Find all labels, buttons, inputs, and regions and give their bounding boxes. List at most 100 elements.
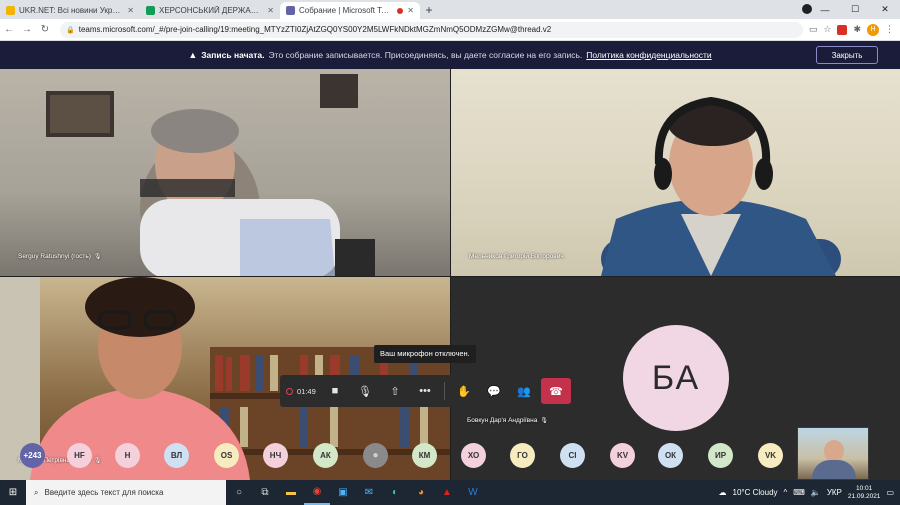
volume-icon[interactable]: 🔈 (811, 488, 821, 497)
tab-title: Собрание | Microsoft Teams (299, 6, 394, 15)
lock-icon: 🔒 (66, 26, 75, 34)
extension-icon[interactable] (837, 24, 848, 35)
edge-icon[interactable]: ◐ (382, 480, 408, 505)
hang-up-button[interactable]: ☎ (541, 378, 571, 404)
chat-button[interactable]: 💬 (479, 375, 509, 407)
keyboard-language[interactable]: УКР (827, 488, 842, 497)
participant-name: Бовкун Дар'я Андріївна 🎙 (467, 417, 548, 424)
participant-avatar[interactable]: НЧ (263, 443, 288, 468)
reload-icon[interactable]: ↻ (36, 24, 54, 35)
participant-avatar[interactable]: ГО (510, 443, 535, 468)
video-tile[interactable]: Мельников Григорій Вікторович (451, 69, 900, 276)
store-icon[interactable]: ▣ (330, 480, 356, 505)
new-tab-button[interactable]: + (420, 2, 438, 19)
tab-favicon (146, 6, 155, 15)
raise-hand-button[interactable]: ✋ (449, 375, 479, 407)
microphone-button[interactable]: 🎙 (350, 375, 380, 407)
call-controls: 01:49 ■ 🎙 ⇧ ••• ✋ 💬 👥 ☎ (280, 375, 582, 407)
extensions-puzzle-icon[interactable]: ✱ (853, 24, 861, 35)
self-view[interactable] (797, 427, 869, 480)
weather-text[interactable]: 10°C Cloudy (733, 488, 778, 497)
mail-icon[interactable]: ✉ (356, 480, 382, 505)
close-window-icon[interactable]: ✕ (870, 4, 900, 15)
word-icon[interactable]: W (460, 480, 486, 505)
participant-name: Serguy Ratushnyi (гость) 🎙 (18, 253, 102, 260)
clock[interactable]: 10:01 21.09.2021 (848, 485, 881, 501)
participant-avatar[interactable]: ХО (461, 443, 486, 468)
close-tab-icon[interactable]: ✕ (127, 6, 134, 15)
participant-video (601, 96, 841, 276)
teams-favicon (286, 6, 295, 15)
cloud-icon: ☁ (718, 488, 727, 497)
share-screen-button[interactable]: ⇧ (380, 375, 410, 407)
network-icon[interactable]: ⌨ (793, 488, 805, 497)
maximize-icon[interactable]: ☐ (840, 4, 870, 15)
participant-avatar[interactable]: HF (67, 443, 92, 468)
browser-tab[interactable]: UKR.NET: Всі новини України, о ✕ (0, 2, 140, 19)
participant-avatar[interactable]: ВЛ (164, 443, 189, 468)
profile-avatar[interactable]: Н (867, 23, 879, 36)
tray-chevron-icon[interactable]: ^ (784, 488, 788, 497)
participant-avatar[interactable]: АК (313, 443, 338, 468)
participants-button[interactable]: 👥 (509, 375, 539, 407)
minimize-icon[interactable]: — (810, 5, 840, 15)
cortana-icon[interactable]: ○ (226, 480, 252, 505)
hand-icon: ✋ (457, 385, 471, 398)
bookmark-star-icon[interactable]: ☆ (823, 24, 831, 35)
call-duration: 01:49 (297, 386, 316, 396)
participant-video (46, 74, 375, 276)
task-view-icon[interactable]: ⧉ (252, 480, 278, 505)
browser-tab-active[interactable]: Собрание | Microsoft Teams ✕ (280, 2, 420, 19)
camera-permission-icon[interactable]: ▭ (809, 24, 818, 35)
participant-avatar[interactable]: KV (610, 443, 635, 468)
system-tray: ☁ 10°C Cloudy ^ ⌨ 🔈 УКР 10:01 21.09.2021… (719, 485, 900, 501)
tab-title: ХЕРСОНСЬКИЙ ДЕРЖАВНИЙ (159, 6, 264, 15)
recording-dot-icon (286, 387, 293, 395)
more-icon: ••• (419, 385, 431, 397)
participant-avatar[interactable]: ОК (658, 443, 683, 468)
back-icon[interactable]: ← (0, 24, 18, 35)
more-actions-button[interactable]: ••• (410, 375, 440, 407)
close-tab-icon[interactable]: ✕ (267, 6, 274, 15)
windows-start-icon[interactable]: ⊞ (0, 480, 26, 505)
close-tab-icon[interactable]: ✕ (407, 6, 414, 15)
share-icon: ⇧ (390, 385, 400, 398)
notifications-icon[interactable]: ▭ (886, 488, 894, 497)
windows-taskbar: ⊞ ⌕ Введите здесь текст для поиска ○ ⧉ ▬… (0, 480, 900, 505)
file-explorer-icon[interactable]: ▬ (278, 480, 304, 505)
acrobat-icon[interactable]: ▲ (434, 480, 460, 505)
browser-tab[interactable]: ХЕРСОНСЬКИЙ ДЕРЖАВНИЙ ✕ (140, 2, 280, 19)
mic-off-icon: 🎙 (358, 385, 372, 398)
participant-avatar[interactable]: VK (758, 443, 783, 468)
phone-hangup-icon: ☎ (549, 385, 563, 398)
taskbar-search[interactable]: ⌕ Введите здесь текст для поиска (26, 480, 226, 505)
tab-title: UKR.NET: Всі новини України, о (19, 6, 124, 15)
url-field[interactable]: 🔒 teams.microsoft.com/_#/pre-join-callin… (60, 21, 803, 38)
recording-banner: ▲ Запись начата. Это собрание записывает… (0, 41, 900, 69)
participant-avatar[interactable]: +243 (20, 443, 45, 468)
video-tile[interactable]: Serguy Ratushnyi (гость) 🎙 (0, 69, 450, 276)
participant-strip: +243 HF Н ВЛ OS НЧ АК ● КМ ХО ГО CI KV ОК ИР VK (0, 438, 900, 480)
participant-avatar[interactable]: Н (115, 443, 140, 468)
mic-muted-icon: 🎙 (540, 418, 548, 424)
recording-indicator-icon (397, 7, 404, 14)
warning-icon: ▲ (188, 50, 198, 60)
screen: UKR.NET: Всі новини України, о ✕ ХЕРСОНС… (0, 0, 900, 505)
participant-avatar-anonymous[interactable]: ● (363, 443, 388, 468)
camera-button[interactable]: ■ (320, 375, 350, 407)
participant-avatar[interactable]: OS (214, 443, 239, 468)
firefox-icon[interactable]: ◕ (408, 480, 434, 505)
mic-muted-icon: 🎙 (93, 254, 102, 260)
menu-icon[interactable]: ⋮ (885, 24, 894, 35)
forward-icon[interactable]: → (18, 24, 36, 35)
search-icon: ⌕ (34, 487, 39, 497)
chrome-icon[interactable]: ◉ (304, 480, 330, 505)
participant-avatar[interactable]: КМ (412, 443, 437, 468)
recording-timer: 01:49 (280, 387, 320, 396)
participant-avatar[interactable]: CI (560, 443, 585, 468)
participant-avatar[interactable]: ИР (708, 443, 733, 468)
tab-favicon (6, 6, 15, 15)
privacy-policy-link[interactable]: Политика конфиденциальности (586, 50, 711, 60)
close-banner-button[interactable]: Закрыть (816, 46, 878, 64)
people-icon: 👥 (517, 385, 531, 398)
